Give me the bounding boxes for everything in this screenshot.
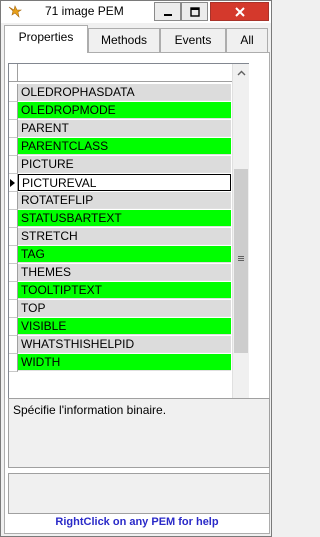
property-name-cell[interactable]: PICTURE xyxy=(18,156,231,173)
row-selector[interactable] xyxy=(9,318,18,336)
close-button[interactable] xyxy=(210,2,269,21)
property-name-cell[interactable]: PARENTCLASS xyxy=(18,138,231,155)
property-row[interactable]: WIDTH xyxy=(9,354,248,372)
property-row[interactable]: WHATSTHISHELPID xyxy=(9,336,248,354)
property-row[interactable]: PARENTCLASS xyxy=(9,138,248,156)
description-box: Spécifie l'information binaire. xyxy=(8,398,270,468)
properties-panel: OLEDROPHASDATA OLEDROPMODE PARENT PARENTCLA… xyxy=(4,52,270,534)
property-name-cell[interactable]: OLEDROPHASDATA xyxy=(18,84,231,101)
window-title: 71 image PEM xyxy=(45,4,124,18)
vertical-scrollbar[interactable] xyxy=(232,64,249,446)
property-row[interactable]: PICTUREVAL xyxy=(9,174,248,192)
grid-header-selector xyxy=(9,64,18,81)
property-rows: OLEDROPHASDATA OLEDROPMODE PARENT PARENTCLA… xyxy=(9,84,248,372)
property-name-cell[interactable]: TOOLTIPTEXT xyxy=(18,282,231,299)
property-name-cell[interactable]: WHATSTHISHELPID xyxy=(18,336,231,353)
row-selector[interactable] xyxy=(9,264,18,282)
maximize-button[interactable] xyxy=(181,2,208,21)
property-row[interactable]: TAG xyxy=(9,246,248,264)
property-name-cell[interactable]: WIDTH xyxy=(18,354,231,371)
property-name-cell[interactable]: TOP xyxy=(18,300,231,317)
property-name-cell[interactable]: STRETCH xyxy=(18,228,231,245)
property-row[interactable]: TOOLTIPTEXT xyxy=(9,282,248,300)
row-selector[interactable] xyxy=(9,282,18,300)
property-grid[interactable]: OLEDROPHASDATA OLEDROPMODE PARENT PARENTCLA… xyxy=(8,63,249,447)
row-selector[interactable] xyxy=(9,102,18,120)
minimize-icon xyxy=(163,13,172,16)
description-text: Spécifie l'information binaire. xyxy=(13,403,167,417)
close-icon xyxy=(234,6,245,17)
property-name-cell[interactable]: TAG xyxy=(18,246,231,263)
scroll-up-button[interactable] xyxy=(233,64,249,81)
property-row[interactable]: TOP xyxy=(9,300,248,318)
property-name-cell[interactable]: STATUSBARTEXT xyxy=(18,210,231,227)
pem-window: 71 image PEM Properties Methods Events A… xyxy=(0,0,272,537)
scroll-thumb[interactable] xyxy=(234,169,248,353)
help-text: RightClick on any PEM for help xyxy=(55,516,219,528)
row-selector[interactable] xyxy=(9,210,18,228)
property-name-cell[interactable]: PICTUREVAL xyxy=(18,174,231,191)
row-selector[interactable] xyxy=(9,174,18,192)
property-row[interactable]: PARENT xyxy=(9,120,248,138)
property-name-cell[interactable]: ROTATEFLIP xyxy=(18,192,231,209)
row-selector[interactable] xyxy=(9,84,18,102)
tab-strip: Properties Methods Events All xyxy=(4,25,270,53)
row-selector[interactable] xyxy=(9,354,18,372)
property-row[interactable]: OLEDROPMODE xyxy=(9,102,248,120)
tab-methods[interactable]: Methods xyxy=(88,28,160,52)
row-selector[interactable] xyxy=(9,120,18,138)
row-selector[interactable] xyxy=(9,246,18,264)
property-name-cell[interactable]: VISIBLE xyxy=(18,318,231,335)
row-selector[interactable] xyxy=(9,156,18,174)
property-row[interactable]: STATUSBARTEXT xyxy=(9,210,248,228)
property-row[interactable]: THEMES xyxy=(9,264,248,282)
tab-properties[interactable]: Properties xyxy=(4,25,88,53)
property-row[interactable]: ROTATEFLIP xyxy=(9,192,248,210)
extra-panel xyxy=(8,473,270,514)
maximize-icon xyxy=(189,6,200,17)
minimize-button[interactable] xyxy=(154,2,181,21)
row-selector[interactable] xyxy=(9,138,18,156)
row-selector[interactable] xyxy=(9,336,18,354)
row-selector[interactable] xyxy=(9,300,18,318)
grip-icon xyxy=(238,256,244,257)
row-selector[interactable] xyxy=(9,192,18,210)
property-row[interactable]: OLEDROPHASDATA xyxy=(9,84,248,102)
row-selector[interactable] xyxy=(9,228,18,246)
property-name-cell[interactable]: THEMES xyxy=(18,264,231,281)
property-name-cell[interactable]: OLEDROPMODE xyxy=(18,102,231,119)
tab-events[interactable]: Events xyxy=(160,28,226,52)
property-name-cell[interactable]: PARENT xyxy=(18,120,231,137)
chevron-up-icon xyxy=(237,70,245,75)
fox-icon xyxy=(8,5,22,18)
current-row-arrow-icon xyxy=(10,179,15,187)
property-row[interactable]: STRETCH xyxy=(9,228,248,246)
property-row[interactable]: PICTURE xyxy=(9,156,248,174)
property-row[interactable]: VISIBLE xyxy=(9,318,248,336)
grid-header xyxy=(9,64,248,82)
tab-all[interactable]: All xyxy=(226,28,268,52)
title-bar[interactable]: 71 image PEM xyxy=(1,1,271,23)
